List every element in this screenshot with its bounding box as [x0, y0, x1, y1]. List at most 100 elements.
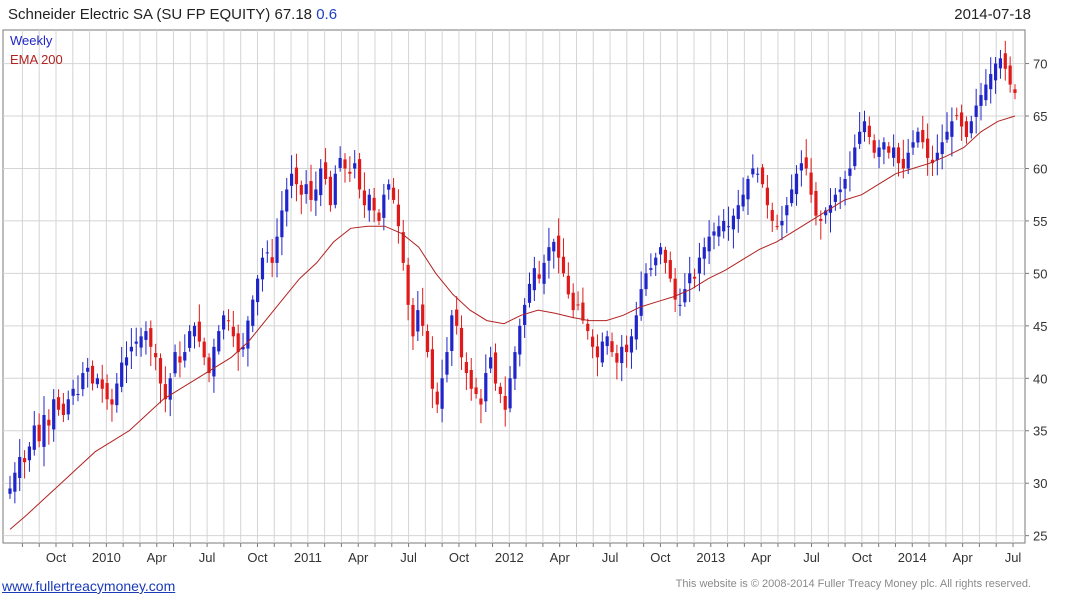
candle-up [27, 446, 32, 461]
candle-down [959, 112, 964, 127]
candle-down [586, 323, 590, 332]
candle-up [600, 341, 604, 363]
candle-up [756, 173, 760, 175]
candle-up [629, 336, 634, 353]
candle-up [712, 231, 716, 236]
candle-down [455, 309, 459, 326]
candle-down [100, 379, 104, 389]
candle-up [678, 304, 682, 306]
candle-down [158, 358, 163, 384]
candle-up [722, 220, 726, 232]
candle-down [867, 125, 871, 138]
candle-up [726, 226, 731, 228]
candle-down [498, 386, 502, 395]
candle-down [328, 176, 333, 206]
candle-down [901, 158, 905, 169]
candle-up [799, 163, 803, 171]
candle-up [338, 157, 342, 168]
candle-down [668, 260, 672, 279]
candle-up [935, 152, 939, 161]
candle-down [1008, 65, 1012, 85]
candle-up [702, 247, 706, 259]
candle-up [858, 131, 862, 144]
candle-up [139, 336, 143, 348]
website-link[interactable]: www.fullertreacymoney.com [2, 578, 175, 594]
candle-up [86, 367, 90, 372]
x-tick-label: Oct [449, 550, 470, 565]
candle-down [692, 276, 697, 279]
candle-up [751, 168, 755, 175]
candle-down [503, 395, 507, 410]
candle-up [129, 346, 133, 352]
candle-down [323, 162, 328, 179]
candle-up [697, 257, 702, 274]
candle-down [887, 146, 891, 153]
candle-down [396, 204, 401, 227]
x-tick-label: 2014 [898, 550, 927, 565]
candle-up [256, 278, 260, 303]
candle-up [513, 352, 517, 379]
candle-down [624, 344, 629, 353]
candle-up [984, 84, 988, 101]
candle-up [192, 325, 197, 337]
x-tick-label: Oct [46, 550, 67, 565]
x-tick-label: Apr [751, 550, 772, 565]
candle-down [406, 264, 410, 305]
candle-down [770, 209, 774, 221]
candle-up [66, 399, 70, 415]
candle-down [964, 121, 969, 138]
candle-up [785, 205, 789, 216]
candle-up [644, 273, 648, 290]
candle-up [120, 362, 124, 387]
candle-up [916, 131, 920, 143]
candle-up [450, 315, 454, 351]
x-tick-label: Apr [550, 550, 571, 565]
candle-up [552, 241, 556, 252]
candle-down [343, 159, 347, 169]
candle-up [173, 352, 177, 374]
candle-down [595, 346, 600, 358]
candle-down [154, 353, 158, 358]
candle-up [542, 262, 546, 284]
candle-down [663, 249, 668, 263]
candle-up [484, 373, 488, 402]
candle-down [226, 320, 231, 322]
candle-up [882, 142, 886, 150]
candle-up [32, 425, 36, 450]
candle-up [974, 105, 978, 117]
candle-down [22, 458, 27, 463]
candle-up [518, 325, 522, 355]
x-tick-label: 2012 [495, 550, 524, 565]
x-tick-label: Apr [147, 550, 168, 565]
candle-up [658, 247, 663, 255]
candle-up [877, 147, 881, 157]
candle-down [105, 383, 109, 400]
candle-down [425, 331, 430, 353]
candle-down [760, 167, 765, 185]
candle-up [81, 373, 85, 390]
candle-up [353, 163, 357, 169]
y-tick-label: 70 [1033, 57, 1047, 72]
candle-down [615, 353, 619, 363]
x-tick-label: Jul [400, 550, 417, 565]
candle-up [620, 346, 624, 364]
candle-down [576, 304, 580, 306]
candle-down [61, 403, 66, 416]
candle-down [464, 362, 468, 374]
candle-up [314, 189, 318, 201]
candle-down [377, 212, 381, 221]
y-tick-label: 60 [1033, 161, 1047, 176]
candle-up [440, 378, 444, 409]
candle-up [319, 168, 323, 196]
candle-up [998, 58, 1003, 69]
candle-down [571, 292, 575, 311]
x-tick-label: Jul [803, 550, 820, 565]
candle-up [862, 121, 867, 133]
candle-down [391, 187, 396, 200]
candle-up [838, 189, 842, 193]
candle-down [765, 187, 769, 206]
candle-up [260, 257, 265, 280]
candle-up [950, 121, 954, 137]
candle-up [95, 378, 99, 385]
candle-down [819, 218, 823, 221]
